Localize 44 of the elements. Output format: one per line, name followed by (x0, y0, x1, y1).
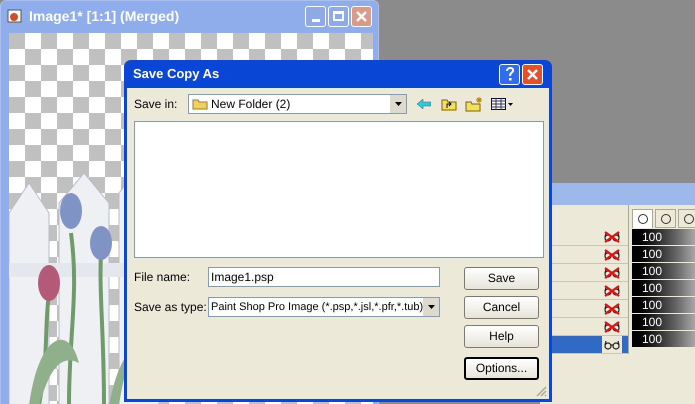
crossed-glasses-icon[interactable] (604, 266, 620, 278)
opacity-bar[interactable]: 100 (632, 297, 695, 313)
up-folder-icon[interactable] (441, 97, 457, 111)
folder-icon (192, 98, 208, 110)
save-as-type-dropdown[interactable]: Paint Shop Pro Image (*.psp,*.jsl,*.pfr,*.tub) (208, 297, 440, 317)
question-mark-icon (504, 67, 514, 81)
opacity-bar[interactable]: 100 (632, 314, 695, 330)
opacity-bar[interactable]: 100 (632, 246, 695, 262)
opacity-bar[interactable]: 100 (632, 280, 695, 296)
new-folder-icon[interactable] (465, 96, 483, 112)
opacity-bar[interactable]: 100 (632, 331, 695, 347)
opacity-bar[interactable]: 100 (632, 229, 695, 245)
dialog-button[interactable]: Save (464, 266, 539, 290)
close-icon (527, 68, 538, 80)
circle-icon (660, 212, 672, 224)
dialog-button[interactable]: Help (464, 324, 539, 348)
crossed-glasses-icon[interactable] (604, 230, 620, 242)
palette-tab[interactable] (678, 209, 695, 228)
file-name-label: File name: (134, 269, 192, 286)
help-button[interactable] (499, 64, 520, 84)
app-icon (7, 8, 23, 24)
dialog-title: Save Copy As (133, 65, 220, 84)
close-icon (356, 10, 367, 22)
crossed-glasses-icon[interactable] (604, 284, 620, 296)
file-name-field[interactable]: Image1.psp (208, 267, 440, 287)
crossed-glasses-icon[interactable] (604, 248, 620, 260)
view-menu-icon[interactable] (491, 98, 513, 110)
close-button[interactable] (522, 64, 543, 84)
back-arrow-icon[interactable] (417, 99, 431, 109)
glasses-icon[interactable] (604, 338, 620, 350)
crossed-glasses-icon[interactable] (604, 302, 620, 314)
save-as-type-label: Save as type: (134, 299, 208, 316)
window-title: Image1* [1:1] (Merged) (29, 6, 180, 26)
dialog-button[interactable]: Options... (464, 356, 539, 380)
palette-tab[interactable] (632, 209, 653, 228)
opacity-bar[interactable]: 100 (632, 263, 695, 279)
circle-icon (682, 212, 694, 224)
crossed-glasses-icon[interactable] (604, 320, 620, 332)
circle-icon (636, 213, 648, 225)
save-in-label: Save in: (134, 96, 178, 113)
palette-tab[interactable] (655, 209, 676, 228)
resize-grip-icon[interactable] (536, 386, 547, 397)
dialog-button[interactable]: Cancel (464, 296, 539, 318)
save-in-dropdown[interactable]: New Folder (2) (188, 94, 407, 114)
